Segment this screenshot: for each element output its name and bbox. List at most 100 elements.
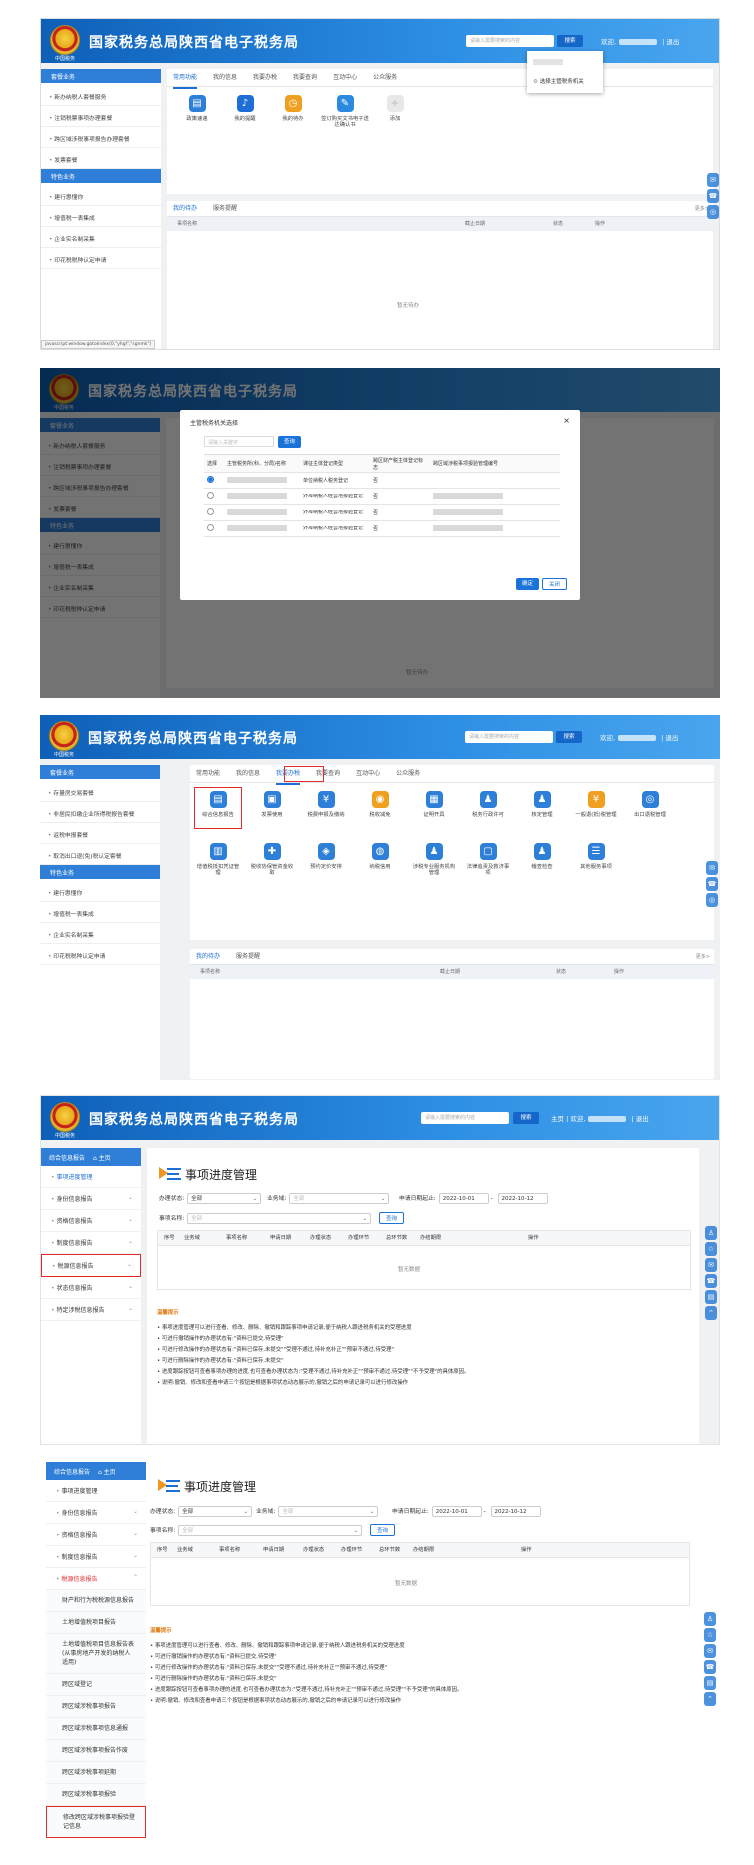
tab-my-info[interactable]: 我的信息 xyxy=(236,765,260,783)
home-label[interactable]: 主页 xyxy=(104,1469,116,1476)
sidebar-item[interactable]: 增值税一表集成 xyxy=(41,206,161,227)
menu-item[interactable]: 资格信息报告 ⌄ xyxy=(46,1524,146,1546)
tab-public[interactable]: 公众服务 xyxy=(373,69,397,87)
date-from-input[interactable]: 2022-10-01 xyxy=(431,1506,482,1517)
tab-public[interactable]: 公众服务 xyxy=(396,765,420,783)
float-tool-icon[interactable]: ◎ xyxy=(707,205,719,219)
query-button[interactable]: 查询 xyxy=(379,1212,405,1224)
sidebar-item[interactable]: 存量房交易套餐 xyxy=(40,781,160,802)
menu-item[interactable]: 状态信息报告 ⌄ xyxy=(41,1277,141,1299)
sidebar-item[interactable]: 印花税税种认定申请 xyxy=(41,248,161,269)
scroll-top-icon[interactable]: ⌃ xyxy=(704,1692,716,1706)
float-tool-icon[interactable]: ☆ xyxy=(704,1628,716,1642)
tab-common[interactable]: 常用功能 xyxy=(196,765,220,783)
more-link[interactable]: 更多> xyxy=(696,953,710,960)
date-to-input[interactable]: 2022-10-12 xyxy=(497,1193,548,1204)
sidebar-item[interactable]: 企业实名制采集 xyxy=(41,227,161,248)
agency-tile[interactable]: ♟ 涉税专业服务机构管理 xyxy=(412,843,456,877)
search-input[interactable]: 请输入需要搜索的内容 xyxy=(465,731,553,743)
menu-item[interactable]: 资格信息报告 ⌄ xyxy=(41,1210,141,1232)
tab-service-reminder[interactable]: 服务提醒 xyxy=(236,949,260,965)
table-row[interactable]: 单位纳税人税务登记 否 xyxy=(204,473,560,489)
select-tax-office-item[interactable]: ⚙ 选择主管税务机关 xyxy=(533,77,584,85)
sidebar-item[interactable]: 企业实名制采集 xyxy=(40,923,160,944)
menu-item[interactable]: 特定涉税信息报告 ⌄ xyxy=(41,1299,141,1321)
admin-license-tile[interactable]: ♟ 税务行政许可 xyxy=(466,791,510,818)
submenu-item[interactable]: 土地增值税项目信息报告表(从事房地产开发的纳税人适用) xyxy=(46,1634,146,1674)
menu-item-tax-source-open[interactable]: 税源信息报告 ⌃ xyxy=(46,1568,146,1590)
item-select[interactable]: 全部 ⌄ xyxy=(178,1525,363,1536)
table-row[interactable]: 外埠纳税人经营地报验登记 否 xyxy=(204,521,560,537)
submenu-item[interactable]: 跨区域涉税事项报告 xyxy=(46,1696,146,1718)
sidebar-item[interactable]: 增值税一表集成 xyxy=(40,902,160,923)
table-row[interactable]: 外埠纳税人经营地报验登记 否 xyxy=(204,505,560,521)
invoice-tile[interactable]: ▣ 发票使用 xyxy=(250,791,294,818)
my-todo-tile[interactable]: ◷ 我的待办 xyxy=(271,95,315,122)
submenu-item[interactable]: 土地增值税项目报告 xyxy=(46,1612,146,1634)
menu-item-tax-source[interactable]: 税源信息报告 ⌄ xyxy=(41,1254,141,1277)
other-tile[interactable]: ☰ 其他服务事项 xyxy=(574,843,618,870)
inspection-tile[interactable]: ♟ 稽查检查 xyxy=(520,843,564,870)
home-label[interactable]: 主页 xyxy=(99,1155,111,1162)
certificate-tile[interactable]: ▦ 证明开具 xyxy=(412,791,456,818)
float-tool-icon[interactable]: ♙ xyxy=(704,1612,716,1626)
logout-link[interactable]: 退出 xyxy=(666,38,679,46)
verification-tile[interactable]: ♟ 核定管理 xyxy=(520,791,564,818)
status-select[interactable]: 全部 ⌄ xyxy=(187,1193,262,1204)
menu-item[interactable]: 身份信息报告 ⌄ xyxy=(46,1502,146,1524)
policy-express-tile[interactable]: ▤ 政策速递 xyxy=(175,95,219,122)
menu-item-progress[interactable]: 事项进度管理 xyxy=(41,1166,141,1188)
refund-tile[interactable]: ¥ 一般退(抵)税管理 xyxy=(574,791,618,818)
item-select[interactable]: 全部 ⌄ xyxy=(187,1213,372,1224)
float-tool-icon[interactable]: ✉ xyxy=(705,1258,717,1272)
close-icon[interactable]: × xyxy=(563,416,570,425)
sidebar-item[interactable]: 建行惠懂你 xyxy=(41,185,161,206)
float-tool-icon[interactable]: ☎ xyxy=(705,1274,717,1288)
search-input[interactable]: 请输入需要搜索的内容 xyxy=(466,35,554,47)
tab-interaction[interactable]: 互动中心 xyxy=(356,765,380,783)
sidebar-item[interactable]: 印花税税种认定申请 xyxy=(40,944,160,965)
credit-tile[interactable]: ◍ 纳税信用 xyxy=(358,843,402,870)
float-tool-icon[interactable]: ☆ xyxy=(705,1242,717,1256)
tab-tax-handling[interactable]: 我要办税 xyxy=(253,69,277,87)
biz-select[interactable]: 全部 ⌄ xyxy=(289,1193,390,1204)
logout-link[interactable]: 退出 xyxy=(636,1115,649,1123)
tax-relief-tile[interactable]: ◉ 税收减免 xyxy=(358,791,402,818)
float-tool-icon[interactable]: ✉ xyxy=(706,861,718,875)
tab-query[interactable]: 我要查询 xyxy=(293,69,317,87)
special-service-header[interactable]: 特色业务 xyxy=(40,865,160,879)
dialog-query-button[interactable]: 查询 xyxy=(278,436,302,448)
float-tool-icon[interactable]: ▤ xyxy=(704,1676,716,1690)
submenu-item[interactable]: 财产和行为税税源信息报告 xyxy=(46,1590,146,1612)
menu-item-progress[interactable]: 事项进度管理 xyxy=(46,1480,146,1502)
my-reminder-tile[interactable]: ♪ 我的提醒 xyxy=(223,95,267,122)
logout-link[interactable]: 退出 xyxy=(665,734,678,742)
biz-select[interactable]: 全部 ⌄ xyxy=(278,1506,379,1517)
dialog-ok-button[interactable]: 确定 xyxy=(516,578,540,590)
home-icon[interactable]: ⌂ xyxy=(93,1155,97,1162)
search-button[interactable]: 搜索 xyxy=(556,731,582,743)
dialog-close-button[interactable]: 关闭 xyxy=(542,578,568,590)
e-delivery-tile[interactable]: ✎ 签订购买文书电子送达确认书 xyxy=(319,95,371,129)
package-service-header[interactable]: 套餐业务 xyxy=(41,69,161,83)
select-radio[interactable] xyxy=(207,524,214,531)
sidebar-item[interactable]: 注销税票事项办理套餐 xyxy=(41,106,161,127)
legal-tile[interactable]: ▢ 法律追责及救济事项 xyxy=(466,843,510,877)
select-radio[interactable] xyxy=(207,508,214,515)
package-service-header[interactable]: 套餐业务 xyxy=(40,765,160,779)
search-button[interactable]: 搜索 xyxy=(557,35,583,47)
select-radio[interactable] xyxy=(207,476,214,483)
menu-item[interactable]: 制度信息报告 ⌄ xyxy=(41,1232,141,1254)
tab-my-info[interactable]: 我的信息 xyxy=(213,69,237,87)
sidebar-item[interactable]: 取消出口退(免)税认定套餐 xyxy=(40,844,160,865)
float-tool-icon[interactable]: ✉ xyxy=(707,173,719,187)
submenu-item-modify-cross-region[interactable]: 修改跨区域涉税事项报验登记信息 xyxy=(46,1806,146,1838)
tab-interaction[interactable]: 互动中心 xyxy=(333,69,357,87)
home-link[interactable]: 主页 xyxy=(551,1115,564,1123)
deduction-tile[interactable]: ▥ 增值税抵扣凭证管理 xyxy=(196,843,240,877)
table-row[interactable]: 外埠纳税人经营地报验登记 否 xyxy=(204,489,560,505)
sidebar-item[interactable]: 非居民扣缴企业所得税报告套餐 xyxy=(40,802,160,823)
fund-collection-tile[interactable]: ✚ 税收协保管资金收取 xyxy=(250,843,294,877)
sidebar-item[interactable]: 建行惠懂你 xyxy=(40,881,160,902)
float-tool-icon[interactable]: ✉ xyxy=(704,1644,716,1658)
